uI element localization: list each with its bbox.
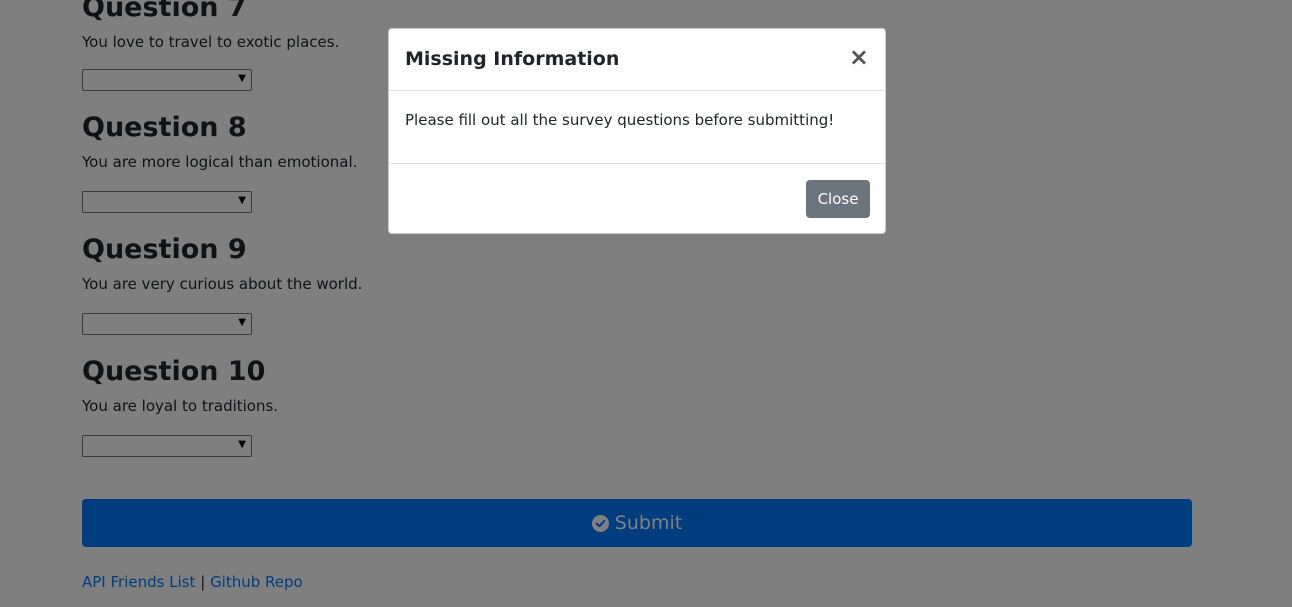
survey-page: Question 7 You love to travel to exotic … [0,0,1292,607]
modal-title: Missing Information [405,48,620,70]
modal-header: Missing Information × [389,29,885,91]
close-button[interactable]: Close [806,180,870,218]
missing-information-modal: Missing Information × Please fill out al… [388,28,886,234]
close-icon[interactable]: × [849,45,869,69]
modal-message: Please fill out all the survey questions… [405,111,835,129]
modal-footer: Close [389,164,885,234]
modal-body: Please fill out all the survey questions… [389,91,885,164]
